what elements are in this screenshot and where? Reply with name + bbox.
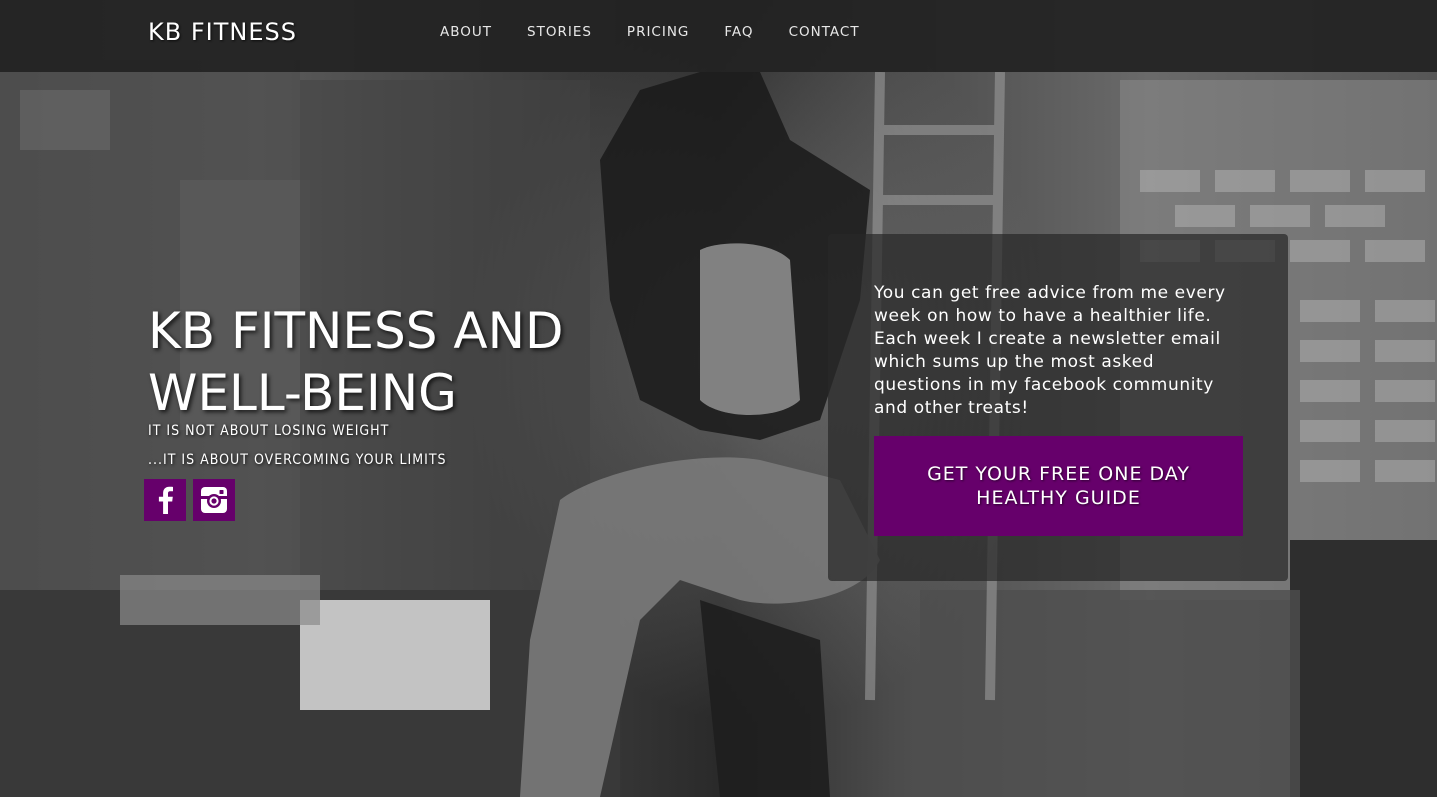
hero-tagline: IT IS NOT ABOUT LOSING WEIGHT bbox=[148, 423, 390, 439]
newsletter-signup-panel: You can get free advice from me every we… bbox=[828, 234, 1288, 581]
instagram-button[interactable] bbox=[193, 479, 235, 521]
free-guide-cta-button[interactable]: GET YOUR FREE ONE DAY HEALTHY GUIDE bbox=[874, 436, 1243, 536]
nav-item-about[interactable]: ABOUT bbox=[440, 24, 492, 40]
hero-title: KB FITNESS AND WELL-BEING bbox=[148, 302, 564, 422]
hero-tagline-secondary: ...IT IS ABOUT OVERCOMING YOUR LIMITS bbox=[148, 452, 447, 468]
instagram-icon bbox=[201, 487, 227, 513]
nav-item-contact[interactable]: CONTACT bbox=[789, 24, 860, 40]
nav-item-faq[interactable]: FAQ bbox=[724, 24, 753, 40]
facebook-button[interactable] bbox=[144, 479, 186, 521]
facebook-icon bbox=[158, 486, 173, 514]
signup-description: You can get free advice from me every we… bbox=[874, 283, 1226, 418]
nav-item-stories[interactable]: STORIES bbox=[527, 24, 592, 40]
main-nav: ABOUT STORIES PRICING FAQ CONTACT bbox=[440, 24, 895, 40]
brand-logo-link[interactable]: KB FITNESS bbox=[148, 18, 297, 46]
page: KB FITNESS ABOUT STORIES PRICING FAQ CON… bbox=[0, 0, 1437, 797]
navbar: KB FITNESS ABOUT STORIES PRICING FAQ CON… bbox=[0, 0, 1437, 72]
nav-item-pricing[interactable]: PRICING bbox=[627, 24, 689, 40]
